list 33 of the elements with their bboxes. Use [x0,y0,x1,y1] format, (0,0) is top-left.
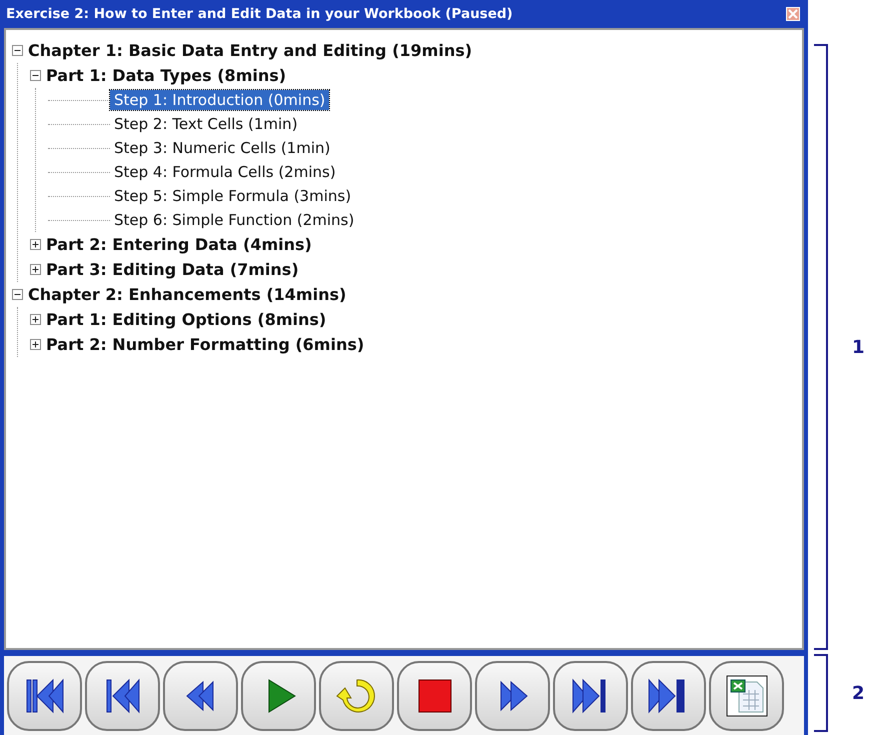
media-button[interactable] [709,660,784,730]
tree-item[interactable]: Step 5: Simple Formula (3mins) [110,186,356,206]
collapse-icon[interactable] [12,289,23,300]
window-title: Exercise 2: How to Enter and Edit Data in your Workbook (Paused) [6,4,513,24]
media-button[interactable] [553,660,628,730]
media-button[interactable] [163,660,238,730]
tree-item[interactable]: Step 4: Formula Cells (2mins) [110,162,340,182]
media-button[interactable] [85,660,160,730]
tree-item[interactable]: Chapter 2: Enhancements (14mins) [28,282,346,306]
tree-item[interactable]: Step 6: Simple Function (2mins) [110,210,358,230]
tree-item[interactable]: Part 1: Editing Options (8mins) [46,308,326,332]
expand-icon[interactable] [30,239,41,250]
tree-item[interactable]: Step 2: Text Cells (1min) [110,114,302,134]
expand-icon[interactable] [30,339,41,350]
callout-number: 1 [852,336,865,360]
expand-icon[interactable] [30,314,41,325]
media-button[interactable] [7,660,82,730]
media-button[interactable] [631,660,706,730]
spreadsheet-file-icon [724,674,768,718]
media-button[interactable] [397,660,472,730]
tree-item[interactable]: Step 1: Introduction (0mins) [110,90,330,110]
tree-item[interactable]: Part 2: Number Formatting (6mins) [46,332,364,356]
collapse-icon[interactable] [12,45,23,56]
tree-item[interactable]: Part 1: Data Types (8mins) [46,64,286,88]
tree-item[interactable]: Step 3: Numeric Cells (1min) [110,138,334,158]
callout-number: 2 [852,682,865,706]
tree-item[interactable]: Part 2: Entering Data (4mins) [46,232,312,256]
close-icon [788,9,798,19]
media-button[interactable] [475,660,550,730]
tree-item[interactable]: Chapter 1: Basic Data Entry and Editing (19mins) [28,38,472,62]
tree-item[interactable]: Part 3: Editing Data (7mins) [46,258,299,282]
expand-icon[interactable] [30,264,41,275]
collapse-icon[interactable] [30,70,41,81]
